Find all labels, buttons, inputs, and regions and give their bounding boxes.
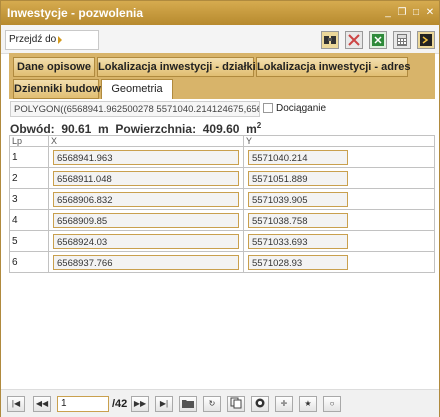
y-input[interactable]: 5571038.758 <box>248 212 348 228</box>
star-icon[interactable]: ★ <box>299 396 317 412</box>
area-unit: m <box>246 122 257 136</box>
last-page-button[interactable]: ▶| <box>155 396 173 412</box>
x-input[interactable]: 6568911.048 <box>53 170 239 186</box>
delete-icon[interactable] <box>345 31 363 49</box>
tab-panel: Dane opisowe Lokalizacja inwestycji - dz… <box>9 53 435 99</box>
calculator-icon[interactable] <box>393 31 411 49</box>
move-icon[interactable]: ✛ <box>275 396 293 412</box>
next-page-button[interactable]: ▶▶ <box>131 396 149 412</box>
y-input[interactable]: 5571040.214 <box>248 149 348 165</box>
x-input[interactable]: 6568937.766 <box>53 254 239 270</box>
toolbar: Przejdź do <box>1 25 439 54</box>
y-input[interactable]: 5571028.93 <box>248 254 348 270</box>
perimeter-unit: m <box>98 122 109 136</box>
window-title: Inwestycje - pozwolenia <box>7 6 144 20</box>
row-lp: 3 <box>9 188 49 210</box>
close-icon[interactable]: ✕ <box>425 7 435 18</box>
refresh-icon[interactable]: ↻ <box>203 396 221 412</box>
table-row: 4 6568909.85 5571038.758 <box>9 209 435 231</box>
maximize-icon[interactable]: □ <box>411 7 421 18</box>
excel-icon[interactable] <box>369 31 387 49</box>
row-lp: 5 <box>9 230 49 252</box>
folder-icon[interactable] <box>179 396 197 412</box>
geometry-stats: Obwód: 90.61 m Powierzchnia: 409.60 m2 <box>10 121 261 136</box>
y-input[interactable]: 5571039.905 <box>248 191 348 207</box>
goto-arrow-icon <box>58 36 62 44</box>
perimeter-label: Obwód: <box>10 122 55 136</box>
perimeter-value: 90.61 <box>61 122 92 136</box>
goto-label: Przejdź do <box>9 34 57 45</box>
wkt-field[interactable]: POLYGON((6568941.962500278 5571040.21412… <box>10 101 260 117</box>
tab-dzienniki-budowy[interactable]: Dzienniki budowy <box>13 79 107 99</box>
coordinates-table: Lp X Y 1 6568941.963 5571040.214 2 65689… <box>9 135 435 273</box>
prev-page-button[interactable]: ◀◀ <box>33 396 51 412</box>
terminal-icon[interactable] <box>417 31 435 49</box>
zoom-icon[interactable] <box>251 396 269 412</box>
row-lp: 6 <box>9 251 49 273</box>
tab-dane-opisowe[interactable]: Dane opisowe <box>13 57 95 77</box>
x-input[interactable]: 6568906.832 <box>53 191 239 207</box>
window: Inwestycje - pozwolenia _ ❐ □ ✕ Przejdź … <box>0 0 440 417</box>
restore-icon[interactable]: ❐ <box>397 7 407 18</box>
pager: |◀ ◀◀ 1 /42 ▶▶ ▶| ↻ ✛ ★ ○ <box>1 389 439 417</box>
minimize-icon[interactable]: _ <box>383 7 393 18</box>
circle-icon[interactable]: ○ <box>323 396 341 412</box>
snap-label: Dociąganie <box>276 103 327 114</box>
table-header: Lp X Y <box>9 135 435 147</box>
goto-dropdown[interactable]: Przejdź do <box>5 30 99 50</box>
tab-lokalizacja-dzialki[interactable]: Lokalizacja inwestycji - działki <box>97 57 256 77</box>
title-bar: Inwestycje - pozwolenia _ ❐ □ ✕ <box>1 1 439 25</box>
table-row: 5 6568924.03 5571033.693 <box>9 230 435 252</box>
table-row: 2 6568911.048 5571051.889 <box>9 167 435 189</box>
first-page-button[interactable]: |◀ <box>7 396 25 412</box>
header-x: X <box>48 135 244 147</box>
snap-checkbox[interactable] <box>263 103 273 113</box>
binoculars-icon[interactable] <box>321 31 339 49</box>
table-row: 6 6568937.766 5571028.93 <box>9 251 435 273</box>
page-input[interactable]: 1 <box>57 396 109 412</box>
row-lp: 1 <box>9 146 49 168</box>
table-row: 3 6568906.832 5571039.905 <box>9 188 435 210</box>
area-value: 409.60 <box>202 122 240 136</box>
row-lp: 2 <box>9 167 49 189</box>
header-lp: Lp <box>9 135 49 147</box>
area-unit-sup: 2 <box>256 121 262 130</box>
table-row: 1 6568941.963 5571040.214 <box>9 146 435 168</box>
row-lp: 4 <box>9 209 49 231</box>
x-input[interactable]: 6568941.963 <box>53 149 239 165</box>
tab-lokalizacja-adres[interactable]: Lokalizacja inwestycji - adres <box>256 57 410 77</box>
y-input[interactable]: 5571051.889 <box>248 170 348 186</box>
copy-icon[interactable] <box>227 396 245 412</box>
page-total: /42 <box>112 398 128 410</box>
tab-geometria[interactable]: Geometria <box>101 79 173 99</box>
area-label: Powierzchnia: <box>115 122 197 136</box>
header-y: Y <box>243 135 435 147</box>
x-input[interactable]: 6568909.85 <box>53 212 239 228</box>
y-input[interactable]: 5571033.693 <box>248 233 348 249</box>
x-input[interactable]: 6568924.03 <box>53 233 239 249</box>
